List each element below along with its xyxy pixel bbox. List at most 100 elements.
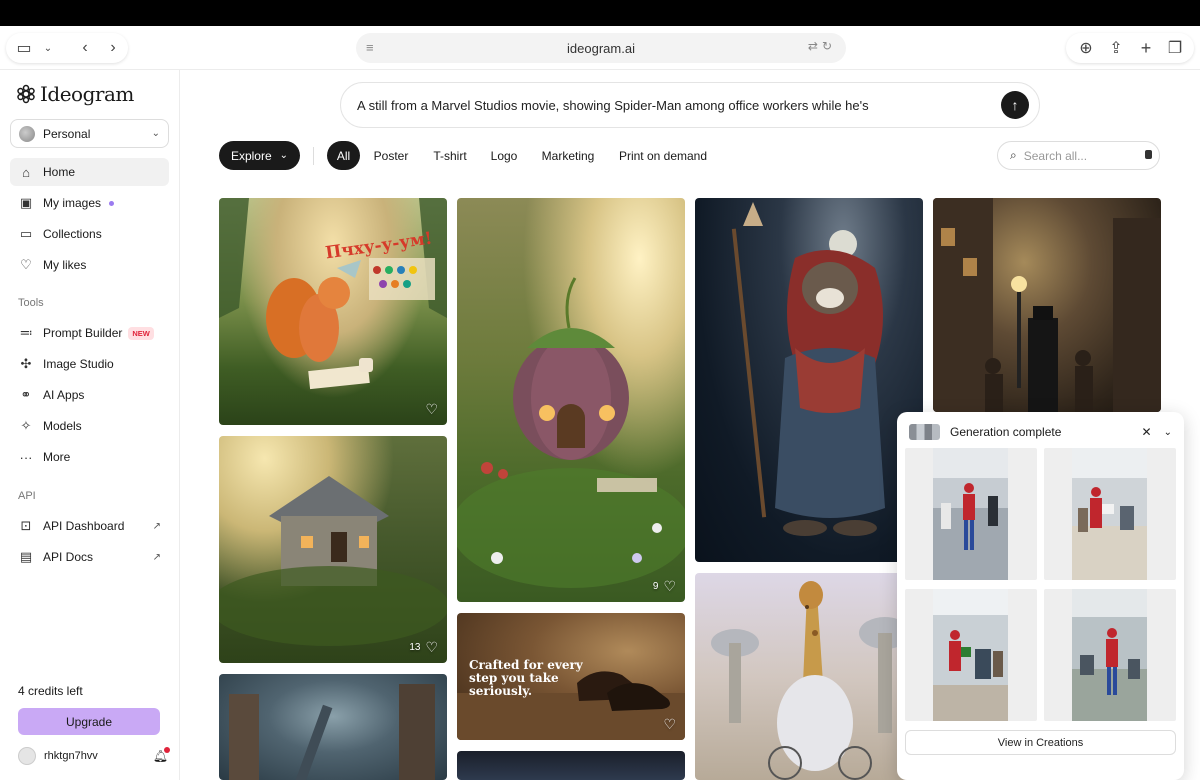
- generate-button[interactable]: ↑: [1001, 91, 1029, 119]
- generated-image[interactable]: [905, 589, 1037, 721]
- new-tab-icon[interactable]: +: [1136, 34, 1156, 62]
- credits-left: 4 credits left: [18, 684, 83, 698]
- search-placeholder: Search all...: [1023, 148, 1088, 163]
- user-profile[interactable]: rhktgn7hvv 🔔︎: [18, 746, 170, 766]
- external-link-icon: ↗: [152, 520, 161, 532]
- notification-dot: [164, 747, 170, 753]
- nav-api-dashboard[interactable]: ⊡ API Dashboard ↗: [10, 512, 169, 540]
- generated-image[interactable]: [1044, 448, 1176, 580]
- gallery-card[interactable]: 62: [695, 198, 923, 562]
- card-meta: ♡: [663, 717, 676, 731]
- gallery-card[interactable]: Crafted for every step you take seriousl…: [457, 613, 685, 740]
- filter-chip-print-on-demand[interactable]: Print on demand: [612, 141, 714, 170]
- explore-dropdown[interactable]: Explore ⌄: [219, 141, 300, 170]
- tabs-overview-icon[interactable]: ❐: [1165, 34, 1185, 62]
- heart-icon[interactable]: ♡: [663, 717, 676, 731]
- nav-label: My images: [43, 196, 102, 210]
- card-meta: ♡: [425, 402, 438, 416]
- download-icon[interactable]: ⊕: [1076, 34, 1096, 62]
- terminal-icon: ⊡: [20, 518, 32, 533]
- filter-chip-all[interactable]: All: [327, 141, 360, 170]
- docs-icon: ▤: [19, 549, 33, 564]
- close-icon[interactable]: ✕: [1142, 425, 1152, 439]
- address-bar[interactable]: ≡ ideogram.ai ⇄↻: [356, 33, 846, 63]
- new-badge: NEW: [128, 326, 154, 340]
- heart-icon[interactable]: ♡: [425, 640, 438, 654]
- gallery-card[interactable]: [219, 674, 447, 780]
- generated-image[interactable]: [1044, 589, 1176, 721]
- giraffe-artwork: [711, 581, 911, 780]
- system-top-bar: [0, 0, 1200, 26]
- ideogram-logo-icon: [17, 84, 35, 104]
- sidebar: Ideogram Personal ⌄ ⌂ Home ▣ My images ▭…: [0, 70, 180, 780]
- nav-label: My likes: [43, 258, 87, 272]
- pumpkin-house-artwork: [457, 277, 685, 588]
- panel-header: Generation complete ✕ ⌄: [909, 422, 1172, 442]
- filter-chip-tshirt[interactable]: T-shirt: [424, 141, 476, 170]
- ruins-artwork: [229, 684, 435, 780]
- chevron-down-icon[interactable]: ⌄: [1164, 427, 1172, 438]
- nav-label: Collections: [43, 227, 102, 241]
- more-icon: ···: [19, 449, 33, 465]
- nav-label: Models: [43, 419, 82, 433]
- nav-label: Image Studio: [43, 357, 114, 371]
- spiderman-office-image: [1072, 589, 1147, 721]
- nav-more[interactable]: ··· More: [10, 443, 169, 471]
- external-link-icon: ↗: [152, 551, 161, 563]
- cottage-artwork: [219, 476, 447, 646]
- bell-icon[interactable]: 🔔︎: [153, 747, 170, 763]
- nav-api-docs[interactable]: ▤ API Docs ↗: [10, 543, 169, 571]
- sidebar-toggle-icon[interactable]: ▭: [14, 34, 34, 62]
- filter-chip-logo[interactable]: Logo: [484, 141, 524, 170]
- chevron-down-icon: ⌄: [279, 150, 289, 161]
- url-text: ideogram.ai: [567, 40, 635, 56]
- gallery-card[interactable]: Пчху-у-ум! ♡: [219, 198, 447, 425]
- upgrade-button[interactable]: Upgrade: [18, 708, 160, 735]
- gallery-card[interactable]: [457, 751, 685, 780]
- nav-my-images[interactable]: ▣ My images: [10, 189, 169, 217]
- lock-icon: [1145, 150, 1152, 159]
- like-count: 13: [409, 641, 421, 653]
- chevron-down-icon[interactable]: ⌄: [40, 34, 56, 62]
- gallery-card[interactable]: [933, 198, 1161, 412]
- gallery-card[interactable]: [695, 573, 923, 780]
- view-in-creations-button[interactable]: View in Creations: [905, 730, 1176, 755]
- workspace-selector[interactable]: Personal ⌄: [10, 119, 169, 148]
- nav-my-likes[interactable]: ♡ My likes: [10, 251, 169, 279]
- share-icon[interactable]: ⇪: [1106, 34, 1126, 62]
- prompt-input[interactable]: A still from a Marvel Studios movie, sho…: [340, 82, 1040, 128]
- nav-models[interactable]: ✧ Models: [10, 412, 169, 440]
- shoes-caption: Crafted for every step you take seriousl…: [469, 658, 583, 699]
- heart-icon[interactable]: ♡: [425, 402, 438, 416]
- brand-name: Ideogram: [40, 82, 134, 106]
- prompt-builder-icon: ≕: [19, 325, 33, 340]
- search-icon: ⌕: [1010, 148, 1017, 162]
- gallery-card[interactable]: 13 ♡: [219, 436, 447, 663]
- like-count: 9: [652, 580, 659, 592]
- filter-chip-poster[interactable]: Poster: [366, 141, 416, 170]
- nav-home[interactable]: ⌂ Home: [10, 158, 169, 186]
- otter-wizard-artwork: [731, 202, 885, 536]
- spiderman-office-image: [1072, 448, 1147, 580]
- reload-icon[interactable]: ⇄↻: [808, 39, 836, 53]
- gallery-card[interactable]: 9 ♡: [457, 198, 685, 602]
- divider: [313, 147, 314, 165]
- avatar: [18, 747, 36, 765]
- brand-logo[interactable]: Ideogram: [16, 82, 134, 106]
- card-meta: 13 ♡: [409, 640, 438, 654]
- nav-image-studio[interactable]: ✣ Image Studio: [10, 350, 169, 378]
- nav-ai-apps[interactable]: ⚭ AI Apps: [10, 381, 169, 409]
- heart-icon[interactable]: ♡: [663, 579, 676, 593]
- ai-apps-icon: ⚭: [20, 387, 32, 402]
- sparkle-icon: ✧: [20, 418, 32, 433]
- search-input[interactable]: ⌕ Search all...: [997, 141, 1160, 170]
- filter-chip-marketing[interactable]: Marketing: [533, 141, 603, 170]
- nav-label: Prompt Builder: [43, 326, 123, 340]
- generated-image[interactable]: [905, 448, 1037, 580]
- nav-prompt-builder[interactable]: ≕ Prompt Builder NEW: [10, 319, 169, 347]
- back-icon[interactable]: ‹: [76, 34, 94, 62]
- generation-thumbnail: [909, 424, 940, 440]
- workspace-name: Personal: [43, 126, 91, 141]
- forward-icon[interactable]: ›: [104, 34, 122, 62]
- nav-collections[interactable]: ▭ Collections: [10, 220, 169, 248]
